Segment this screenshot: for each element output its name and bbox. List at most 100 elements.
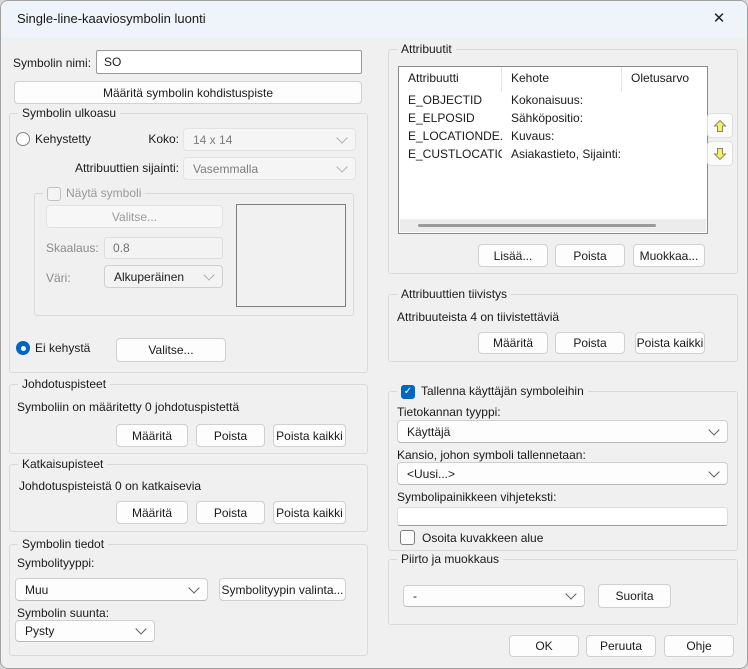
close-button[interactable]: ✕: [697, 1, 741, 35]
attribute-position-combo-value: Vasemmalla: [193, 162, 258, 176]
symbol-info-legend: Symbolin tiedot: [18, 537, 108, 552]
cell-attribute: E_LOCATIONDE...: [399, 128, 502, 146]
symbol-direction-label: Symbolin suunta:: [17, 606, 109, 620]
color-combo: Alkuperäinen: [104, 265, 223, 288]
symbol-type-select-button[interactable]: Symbolityypin valinta...: [219, 578, 346, 601]
choose-symbol-button[interactable]: Valitse...: [116, 338, 226, 362]
cell-default: [622, 146, 707, 164]
draw-action-combo-value: -: [413, 589, 417, 603]
button-hint-label: Symbolipainikkeen vihjeteksti:: [397, 490, 556, 504]
save-to-user-symbols-label: Tallenna käyttäjän symboleihin: [421, 384, 584, 399]
icon-area-checkbox[interactable]: [400, 530, 415, 545]
break-points-legend: Katkaisupisteet: [18, 457, 107, 472]
button-hint-input[interactable]: [397, 507, 728, 526]
window-title: Single-line-kaaviosymbolin luonti: [17, 11, 206, 26]
cell-attribute: E_OBJECTID: [399, 92, 502, 110]
size-combo-value: 14 x 14: [193, 133, 232, 147]
help-button[interactable]: Ohje: [664, 635, 734, 657]
cell-default: [622, 110, 707, 128]
database-type-combo-value: Käyttäjä: [407, 425, 450, 439]
icon-area-checkbox-label: Osoita kuvakkeen alue: [422, 531, 543, 545]
set-alignment-point-button[interactable]: Määritä symbolin kohdistuspiste: [14, 81, 362, 104]
symbol-preview-box: [236, 204, 346, 307]
column-header-prompt[interactable]: Kehote: [502, 67, 622, 92]
compression-define-button[interactable]: Määritä: [478, 332, 548, 354]
chevron-down-icon: [188, 582, 199, 593]
break-remove-button[interactable]: Poista: [196, 501, 265, 524]
table-row[interactable]: E_OBJECTID Kokonaisuus:: [399, 92, 707, 110]
cell-prompt: Kokonaisuus:: [502, 92, 622, 110]
attribute-position-label: Attribuuttien sijainti:: [51, 161, 179, 175]
column-header-attribute[interactable]: Attribuutti: [399, 67, 502, 92]
compression-status: Attribuuteista 4 on tiivistettäviä: [397, 310, 559, 324]
color-combo-value: Alkuperäinen: [114, 270, 184, 284]
check-icon: ✓: [404, 387, 412, 397]
cell-prompt: Asiakastieto, Sijainti:: [502, 146, 622, 164]
draw-action-combo[interactable]: -: [403, 585, 585, 607]
arrow-up-icon: [713, 119, 727, 133]
show-symbol-label: Näytä symboli: [66, 186, 141, 201]
chevron-down-icon: [708, 466, 719, 477]
symbol-type-combo[interactable]: Muu: [15, 578, 208, 601]
wiring-remove-button[interactable]: Poista: [196, 424, 265, 447]
show-symbol-legend: Näytä symboli: [43, 186, 145, 201]
move-up-button[interactable]: [707, 113, 733, 138]
compression-remove-button[interactable]: Poista: [555, 332, 625, 354]
arrow-down-icon: [713, 147, 727, 161]
attribute-compression-legend: Attribuuttien tiivistys: [397, 287, 511, 302]
no-frame-radio-label: Ei kehystä: [35, 341, 90, 355]
cell-default: [622, 128, 707, 146]
break-remove-all-button[interactable]: Poista kaikki: [273, 501, 346, 524]
framed-radio[interactable]: [16, 132, 30, 146]
symbol-type-label: Symbolityyppi:: [17, 556, 94, 570]
wiring-remove-all-button[interactable]: Poista kaikki: [273, 424, 346, 447]
wiring-points-legend: Johdotuspisteet: [18, 377, 110, 392]
scale-label: Skaalaus:: [46, 241, 99, 255]
chevron-down-icon: [336, 161, 347, 172]
run-button[interactable]: Suorita: [598, 584, 671, 608]
size-combo: 14 x 14: [183, 128, 356, 151]
attribute-position-combo: Vasemmalla: [183, 157, 356, 180]
database-type-combo[interactable]: Käyttäjä: [397, 420, 728, 443]
symbol-type-combo-value: Muu: [25, 583, 48, 597]
save-folder-label: Kansio, johon symboli tallennetaan:: [397, 448, 586, 462]
save-to-user-symbols-legend: ✓ Tallenna käyttäjän symboleihin: [397, 384, 588, 399]
save-to-user-symbols-checkbox[interactable]: ✓: [401, 385, 415, 399]
cell-attribute: E_CUSTLOCATION: [399, 146, 502, 164]
cell-prompt: Kuvaus:: [502, 128, 622, 146]
chevron-down-icon: [135, 623, 146, 634]
symbol-direction-combo-value: Pysty: [25, 624, 54, 638]
horizontal-scrollbar[interactable]: [400, 219, 706, 232]
wiring-define-button[interactable]: Määritä: [116, 424, 188, 447]
column-header-default[interactable]: Oletusarvo: [622, 67, 707, 92]
scrollbar-thumb[interactable]: [418, 224, 656, 227]
attribute-remove-button[interactable]: Poista: [555, 244, 625, 267]
attribute-edit-button[interactable]: Muokkaa...: [633, 244, 705, 267]
attribute-add-button[interactable]: Lisää...: [478, 244, 548, 267]
wiring-points-status: Symboliin on määritetty 0 johdotuspistet…: [17, 400, 239, 414]
cell-attribute: E_ELPOSID: [399, 110, 502, 128]
ok-button[interactable]: OK: [509, 635, 579, 657]
table-row[interactable]: E_CUSTLOCATION Asiakastieto, Sijainti:: [399, 146, 707, 164]
symbol-direction-combo[interactable]: Pysty: [15, 620, 155, 642]
save-folder-combo[interactable]: <Uusi...>: [397, 462, 728, 485]
cell-prompt: Sähköpositio:: [502, 110, 622, 128]
compression-remove-all-button[interactable]: Poista kaikki: [635, 332, 705, 354]
symbol-name-label: Symbolin nimi:: [13, 56, 91, 70]
cancel-button[interactable]: Peruuta: [586, 635, 656, 657]
color-label: Väri:: [46, 271, 71, 285]
show-symbol-checkbox: [47, 187, 61, 201]
symbol-name-input[interactable]: [96, 50, 362, 74]
table-row[interactable]: E_LOCATIONDE... Kuvaus:: [399, 128, 707, 146]
break-points-status: Johdotuspisteistä 0 on katkaisevia: [19, 479, 201, 493]
break-define-button[interactable]: Määritä: [116, 501, 188, 524]
framed-radio-label: Kehystetty: [35, 132, 91, 146]
chevron-down-icon: [565, 588, 576, 599]
move-down-button[interactable]: [707, 141, 733, 166]
attributes-table-header: Attribuutti Kehote Oletusarvo: [399, 67, 707, 92]
table-row[interactable]: E_ELPOSID Sähköpositio:: [399, 110, 707, 128]
cell-default: [622, 92, 707, 110]
dialog-single-line-symbol-creation: Single-line-kaaviosymbolin luonti ✕ Symb…: [0, 0, 748, 669]
attributes-table[interactable]: Attribuutti Kehote Oletusarvo E_OBJECTID…: [398, 66, 708, 234]
no-frame-radio[interactable]: [16, 341, 30, 355]
